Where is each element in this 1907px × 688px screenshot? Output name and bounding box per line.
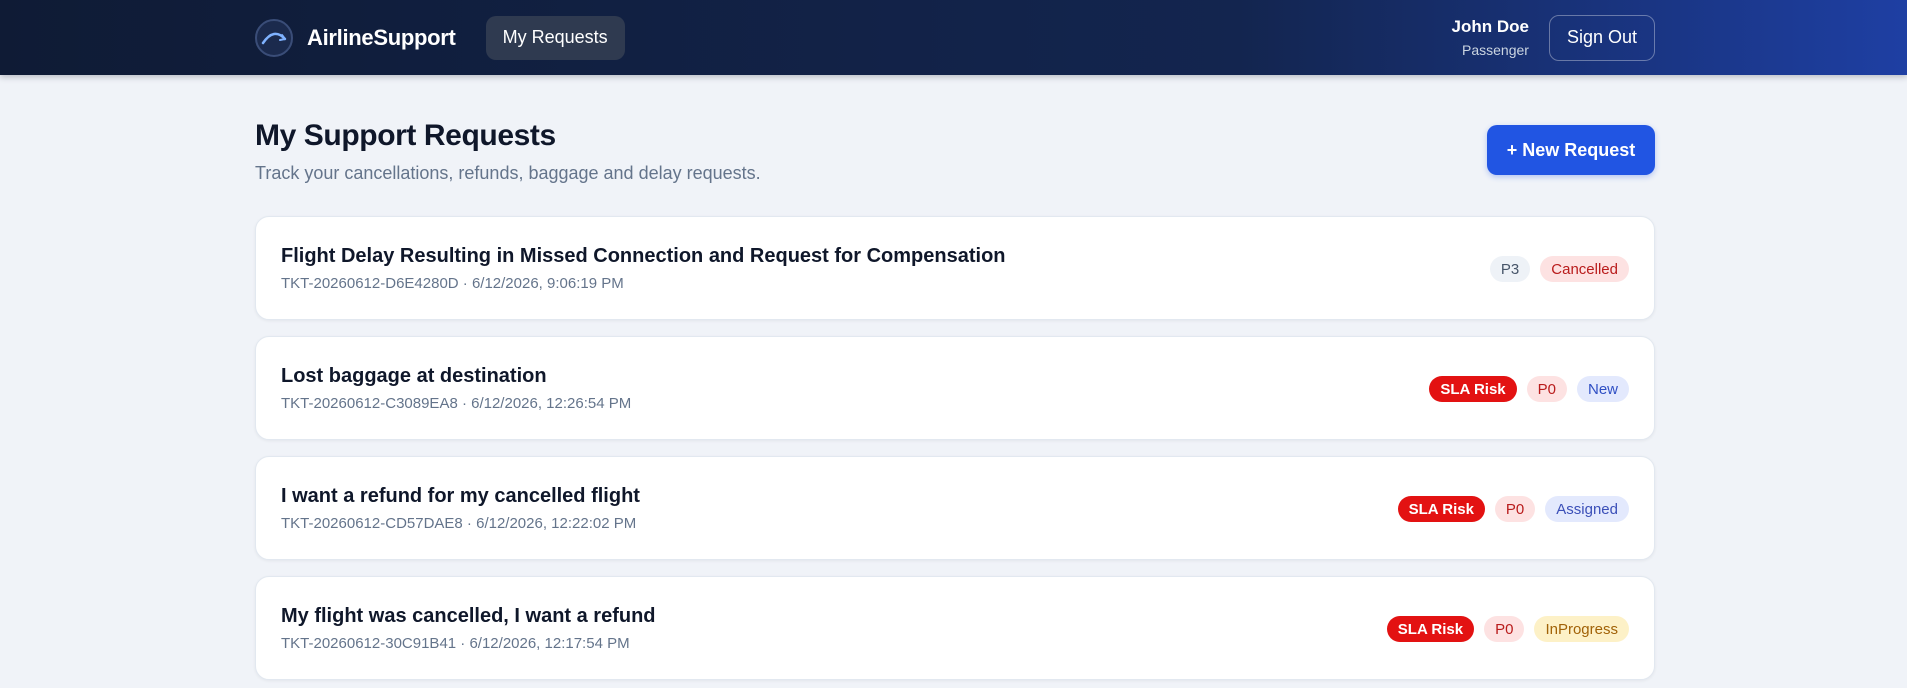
new-request-button[interactable]: + New Request — [1487, 125, 1655, 175]
ticket-badges: P3 Cancelled — [1480, 217, 1629, 321]
ticket-badges: SLA Risk P0 Assigned — [1388, 457, 1629, 561]
status-badge: Cancelled — [1540, 256, 1629, 282]
priority-badge: P3 — [1489, 256, 1531, 282]
ticket-meta: TKT-20260612-CD57DAE8 · 6/12/2026, 12:22… — [281, 515, 637, 532]
ticket-card[interactable]: Flight Delay Resulting in Missed Connect… — [255, 216, 1655, 320]
main-content: My Support Requests Track your cancellat… — [255, 75, 1655, 680]
nav-my-requests[interactable]: My Requests — [485, 15, 625, 60]
user-name: John Doe — [1451, 16, 1529, 36]
user-role: Passenger — [1462, 41, 1529, 58]
ticket-title: I want a refund for my cancelled flight — [281, 485, 640, 507]
status-badge: New — [1576, 376, 1629, 402]
ticket-title: Flight Delay Resulting in Missed Connect… — [281, 245, 1006, 267]
ticket-card[interactable]: I want a refund for my cancelled flight … — [255, 456, 1655, 560]
sign-out-button[interactable]: Sign Out — [1548, 14, 1655, 61]
priority-badge: P0 — [1526, 376, 1567, 402]
page-header: My Support Requests Track your cancellat… — [255, 75, 1655, 216]
ticket-badges: SLA Risk P0 InProgress — [1377, 577, 1629, 681]
brand-name: AirlineSupport — [307, 24, 456, 50]
ticket-list: Flight Delay Resulting in Missed Connect… — [255, 216, 1655, 680]
sla-risk-badge: SLA Risk — [1386, 616, 1475, 642]
page-title: My Support Requests — [255, 119, 556, 152]
brand[interactable]: AirlineSupport — [255, 18, 456, 57]
ticket-card[interactable]: Lost baggage at destination TKT-20260612… — [255, 336, 1655, 440]
sla-risk-badge: SLA Risk — [1429, 376, 1517, 402]
user-info: John Doe Passenger — [1452, 17, 1529, 59]
ticket-badges: SLA Risk P0 New — [1419, 337, 1629, 441]
top-navbar: AirlineSupport My Requests John Doe Pass… — [0, 0, 1907, 75]
ticket-meta: TKT-20260612-C3089EA8 · 6/12/2026, 12:26… — [281, 395, 632, 412]
status-badge: InProgress — [1534, 616, 1629, 642]
sla-risk-badge: SLA Risk — [1397, 496, 1485, 522]
ticket-title: My flight was cancelled, I want a refund — [281, 605, 656, 627]
ticket-title: Lost baggage at destination — [281, 365, 547, 387]
plane-arc-icon — [255, 18, 293, 57]
ticket-meta: TKT-20260612-30C91B41 · 6/12/2026, 12:17… — [281, 635, 630, 652]
priority-badge: P0 — [1484, 616, 1525, 642]
priority-badge: P0 — [1494, 496, 1536, 522]
ticket-meta: TKT-20260612-D6E4280D · 6/12/2026, 9:06:… — [281, 275, 624, 292]
page-subtitle: Track your cancellations, refunds, bagga… — [255, 163, 761, 183]
status-badge: Assigned — [1545, 496, 1629, 522]
navbar-inner: AirlineSupport My Requests John Doe Pass… — [255, 0, 1655, 75]
ticket-card[interactable]: My flight was cancelled, I want a refund… — [255, 576, 1655, 680]
nav-right: John Doe Passenger Sign Out — [1452, 14, 1655, 61]
